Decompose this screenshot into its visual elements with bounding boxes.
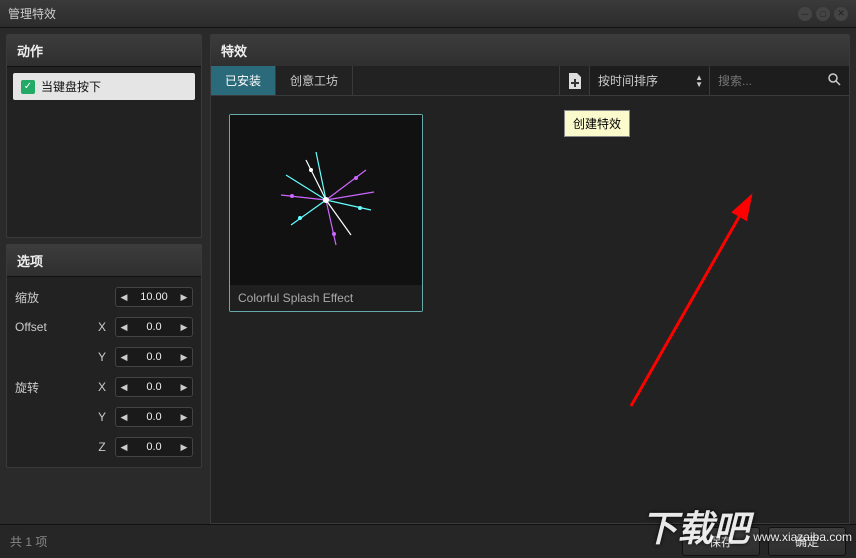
document-plus-icon: [568, 73, 582, 89]
zoom-stepper[interactable]: ◀ 10.00 ▶: [115, 287, 193, 307]
item-count: 共 1 项: [10, 533, 674, 550]
effects-toolbar: 已安装 创意工坊 按时间排序 ▲▼: [210, 66, 850, 96]
titlebar: 管理特效 ─ □ ✕: [0, 0, 856, 28]
rotate-y-stepper[interactable]: ◀ 0.0 ▶: [115, 407, 193, 427]
effect-name: Colorful Splash Effect: [230, 285, 422, 311]
axis-y: Y: [95, 410, 109, 424]
effects-title: 特效: [210, 34, 850, 66]
chevron-left-icon[interactable]: ◀: [116, 292, 132, 303]
options-title: 选项: [7, 245, 201, 277]
maximize-icon[interactable]: □: [816, 7, 830, 21]
rotate-x-stepper[interactable]: ◀ 0.0 ▶: [115, 377, 193, 397]
tooltip: 创建特效: [564, 110, 630, 137]
sort-label: 按时间排序: [598, 72, 658, 89]
sort-arrows-icon: ▲▼: [695, 74, 703, 88]
axis-z: Z: [95, 440, 109, 454]
chevron-right-icon[interactable]: ▶: [176, 382, 192, 393]
chevron-left-icon[interactable]: ◀: [116, 442, 132, 453]
minimize-icon[interactable]: ─: [798, 7, 812, 21]
chevron-right-icon[interactable]: ▶: [176, 442, 192, 453]
action-item-label: 当键盘按下: [41, 78, 101, 95]
chevron-right-icon[interactable]: ▶: [176, 412, 192, 423]
tab-installed[interactable]: 已安装: [211, 66, 276, 95]
new-effect-button[interactable]: [559, 66, 589, 95]
rotate-label: 旋转: [15, 379, 89, 396]
chevron-right-icon[interactable]: ▶: [176, 352, 192, 363]
sort-select[interactable]: 按时间排序 ▲▼: [589, 66, 709, 95]
zoom-label: 缩放: [15, 289, 109, 306]
axis-x: X: [95, 320, 109, 334]
actions-title: 动作: [7, 35, 201, 67]
action-item[interactable]: ✓ 当键盘按下: [13, 73, 195, 100]
effects-grid: Colorful Splash Effect: [210, 96, 850, 524]
offset-y-stepper[interactable]: ◀ 0.0 ▶: [115, 347, 193, 367]
tab-workshop[interactable]: 创意工坊: [276, 66, 353, 95]
save-button[interactable]: 保存: [682, 527, 760, 556]
window-title: 管理特效: [8, 5, 56, 22]
options-panel: 选项 缩放 ◀ 10.00 ▶ Offset X ◀: [6, 244, 202, 468]
effect-card[interactable]: Colorful Splash Effect: [229, 114, 423, 312]
search-input[interactable]: [718, 74, 841, 88]
axis-y: Y: [95, 350, 109, 364]
axis-x: X: [95, 380, 109, 394]
chevron-left-icon[interactable]: ◀: [116, 382, 132, 393]
offset-x-stepper[interactable]: ◀ 0.0 ▶: [115, 317, 193, 337]
chevron-left-icon[interactable]: ◀: [116, 352, 132, 363]
offset-label: Offset: [15, 320, 89, 334]
chevron-left-icon[interactable]: ◀: [116, 322, 132, 333]
ok-button[interactable]: 确定: [768, 527, 846, 556]
footer: 共 1 项 保存 确定: [0, 524, 856, 558]
effect-thumbnail: [230, 115, 422, 285]
search-icon[interactable]: [827, 72, 841, 89]
rotate-z-stepper[interactable]: ◀ 0.0 ▶: [115, 437, 193, 457]
chevron-left-icon[interactable]: ◀: [116, 412, 132, 423]
checkbox-icon[interactable]: ✓: [21, 80, 35, 94]
actions-panel: 动作 ✓ 当键盘按下: [6, 34, 202, 238]
chevron-right-icon[interactable]: ▶: [176, 322, 192, 333]
close-icon[interactable]: ✕: [834, 7, 848, 21]
annotation-arrow-icon: [611, 186, 781, 416]
chevron-right-icon[interactable]: ▶: [176, 292, 192, 303]
zoom-value: 10.00: [132, 291, 176, 303]
